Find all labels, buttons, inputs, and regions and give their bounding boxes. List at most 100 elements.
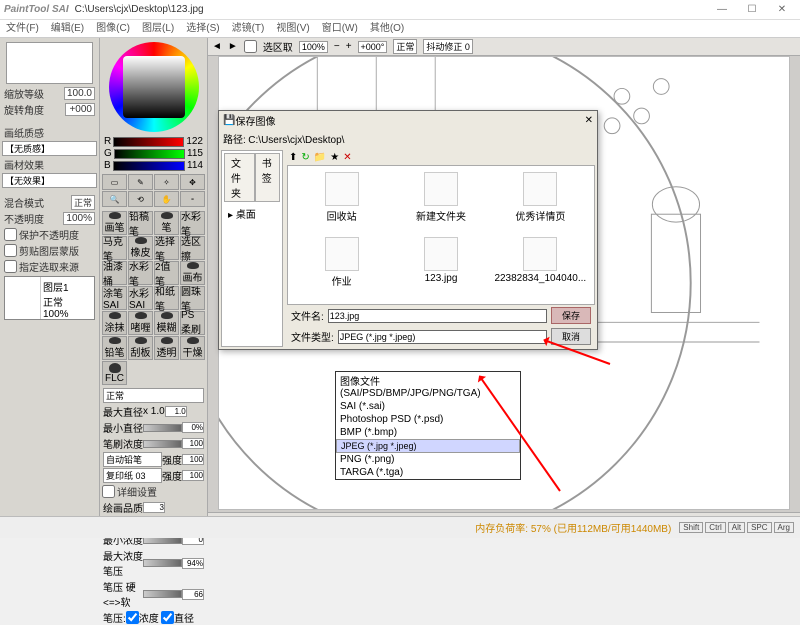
maximize-button[interactable]: ☐ bbox=[738, 1, 766, 19]
stabilizer[interactable]: 抖动修正 0 bbox=[423, 39, 473, 54]
file-item[interactable]: 优秀详情页 bbox=[493, 172, 588, 233]
menu-edit[interactable]: 编辑(E) bbox=[51, 20, 84, 37]
brush-6[interactable]: 选择笔 bbox=[154, 236, 179, 260]
cancel-button[interactable]: 取消 bbox=[551, 328, 591, 345]
rotate-tool[interactable]: ⟲ bbox=[128, 191, 153, 207]
brush-11[interactable]: 画布 bbox=[180, 261, 205, 285]
brush-12[interactable]: 涂笔SAI bbox=[102, 286, 127, 310]
nav-fwd-icon[interactable]: ► bbox=[228, 41, 238, 52]
rect-select-tool[interactable]: ▭ bbox=[102, 174, 127, 190]
dialog-close-button[interactable]: ✕ bbox=[585, 115, 593, 126]
menu-other[interactable]: 其他(O) bbox=[370, 20, 404, 37]
navigator-thumb[interactable] bbox=[6, 42, 93, 84]
file-item[interactable]: 回收站 bbox=[294, 172, 389, 233]
advanced-checkbox[interactable] bbox=[102, 485, 115, 498]
hand-tool[interactable]: ✋ bbox=[154, 191, 179, 207]
r-slider[interactable] bbox=[113, 137, 184, 147]
menu-file[interactable]: 文件(F) bbox=[6, 20, 39, 37]
filetype-option[interactable]: Photoshop PSD (*.psd) bbox=[336, 413, 520, 426]
filetype-option[interactable]: PNG (*.png) bbox=[336, 453, 520, 466]
refresh-icon[interactable]: ↻ bbox=[301, 152, 309, 163]
delete-icon[interactable]: ✕ bbox=[343, 152, 351, 163]
g-slider[interactable] bbox=[114, 149, 185, 159]
edge-select[interactable]: 自动铅笔 bbox=[103, 452, 162, 467]
brush-21[interactable]: 刮板 bbox=[128, 336, 153, 360]
brush-16[interactable]: 涂抹 bbox=[102, 311, 127, 335]
filetype-option[interactable]: BMP (*.bmp) bbox=[336, 426, 520, 439]
lasso-tool[interactable]: ✎ bbox=[128, 174, 153, 190]
color-wheel[interactable] bbox=[109, 42, 199, 132]
selection-checkbox[interactable] bbox=[244, 40, 257, 53]
filetype-option[interactable]: TARGA (*.tga) bbox=[336, 466, 520, 479]
zoom-tool[interactable]: 🔍 bbox=[102, 191, 127, 207]
brush-15[interactable]: 圆珠笔 bbox=[180, 286, 205, 310]
canvas-mode[interactable]: 正常 bbox=[393, 39, 417, 54]
filetype-option[interactable]: SAI (*.sai) bbox=[336, 400, 520, 413]
brush-20[interactable]: 铅笔 bbox=[102, 336, 127, 360]
brush-5[interactable]: 橡皮 bbox=[128, 236, 153, 260]
wand-tool[interactable]: ✧ bbox=[154, 174, 179, 190]
canvas-angle[interactable]: +000° bbox=[358, 41, 388, 53]
layer-item[interactable]: 图层1 正常 100% bbox=[4, 276, 95, 320]
folder-tab[interactable]: 文件夹 bbox=[224, 153, 255, 202]
brush-1[interactable]: 铅稿笔 bbox=[128, 211, 153, 235]
file-item[interactable]: 新建文件夹 bbox=[393, 172, 488, 233]
brush-22[interactable]: 透明 bbox=[154, 336, 179, 360]
brush-19[interactable]: PS柔刷 bbox=[180, 311, 205, 335]
move-tool[interactable]: ✥ bbox=[180, 174, 205, 190]
brush-18[interactable]: 模糊 bbox=[154, 311, 179, 335]
effect-select[interactable]: 【无效果】 bbox=[2, 173, 97, 188]
file-item[interactable]: 22382834_104040... bbox=[493, 237, 588, 298]
save-button[interactable]: 保存 bbox=[551, 307, 591, 324]
clip-mask-checkbox[interactable] bbox=[4, 244, 17, 257]
brush-23[interactable]: 干燥 bbox=[180, 336, 205, 360]
zoom-out-icon[interactable]: − bbox=[334, 41, 340, 52]
brush-2[interactable]: 笔 bbox=[154, 211, 179, 235]
size-value[interactable]: 1.0 bbox=[165, 406, 187, 417]
brush-0[interactable]: 画笔 bbox=[102, 211, 127, 235]
brush-8[interactable]: 油漆桶 bbox=[102, 261, 127, 285]
brush-17[interactable]: 啫喱 bbox=[128, 311, 153, 335]
menu-window[interactable]: 窗口(W) bbox=[322, 20, 358, 37]
close-button[interactable]: ✕ bbox=[768, 1, 796, 19]
press-density-checkbox[interactable] bbox=[126, 611, 139, 624]
menu-layer[interactable]: 图层(L) bbox=[142, 20, 174, 37]
menu-view[interactable]: 视图(V) bbox=[276, 20, 309, 37]
filetype-option[interactable]: JPEG (*.jpg *.jpeg) bbox=[336, 439, 520, 453]
texture-select[interactable]: 【无质感】 bbox=[2, 141, 97, 156]
size-mult[interactable]: x 1.0 bbox=[143, 406, 165, 417]
protect-alpha-checkbox[interactable] bbox=[4, 228, 17, 241]
file-item[interactable]: 123.jpg bbox=[393, 237, 488, 298]
menu-filter[interactable]: 滤镜(T) bbox=[232, 20, 265, 37]
brush-24[interactable]: FLC bbox=[102, 361, 127, 385]
b-slider[interactable] bbox=[113, 161, 185, 171]
blend-select[interactable]: 正常 bbox=[71, 195, 95, 210]
brush-10[interactable]: 2值笔 bbox=[154, 261, 179, 285]
bookmark-icon[interactable]: ★ bbox=[330, 152, 339, 163]
brush-14[interactable]: 和纸笔 bbox=[154, 286, 179, 310]
filetype-select[interactable] bbox=[338, 330, 547, 344]
select-source-checkbox[interactable] bbox=[4, 260, 17, 273]
file-item[interactable]: 作业 bbox=[294, 237, 389, 298]
brush-7[interactable]: 选区擦 bbox=[180, 236, 205, 260]
paper-select[interactable]: 复印纸 03 bbox=[103, 468, 162, 483]
nav-desktop[interactable]: ▸ 桌面 bbox=[224, 202, 280, 225]
canvas-zoom[interactable]: 100% bbox=[299, 41, 328, 53]
brush-9[interactable]: 水彩笔 bbox=[128, 261, 153, 285]
hardness-slider[interactable] bbox=[143, 590, 182, 598]
press-size-checkbox[interactable] bbox=[161, 611, 174, 624]
brush-4[interactable]: 马克笔 bbox=[102, 236, 127, 260]
zoom-value[interactable]: 100.0 bbox=[64, 87, 95, 100]
zoom-in-icon[interactable]: + bbox=[346, 41, 352, 52]
nav-back-icon[interactable]: ◄ bbox=[212, 41, 222, 52]
quality-value[interactable]: 3 bbox=[143, 502, 165, 513]
menu-image[interactable]: 图像(C) bbox=[96, 20, 130, 37]
brush-mode-select[interactable]: 正常 bbox=[103, 388, 204, 403]
rotation-value[interactable]: +000 bbox=[65, 103, 95, 116]
filename-input[interactable] bbox=[328, 309, 547, 323]
brush-13[interactable]: 水彩SAI bbox=[128, 286, 153, 310]
new-folder-icon[interactable]: 📁 bbox=[314, 152, 326, 163]
opacity-value[interactable]: 100% bbox=[63, 212, 95, 225]
bookmark-tab[interactable]: 书签 bbox=[255, 153, 280, 202]
up-dir-icon[interactable]: ⬆ bbox=[289, 152, 297, 163]
